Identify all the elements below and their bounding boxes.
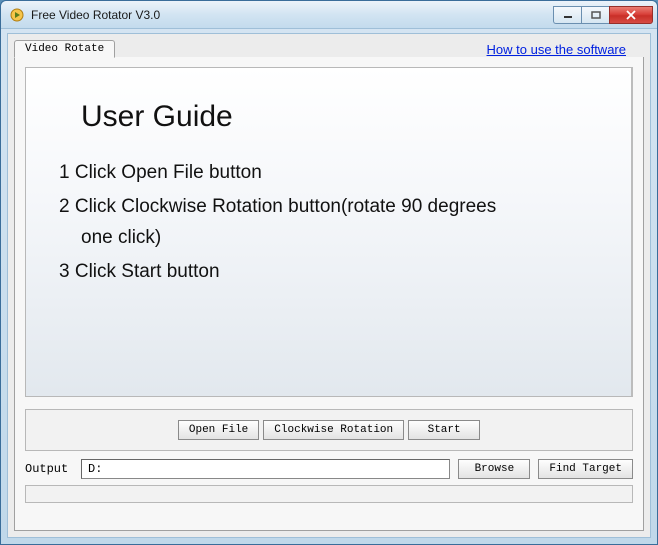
browse-button[interactable]: Browse — [458, 459, 530, 479]
client-area: How to use the software Video Rotate Use… — [7, 33, 651, 538]
guide-heading: User Guide — [81, 100, 601, 134]
guide-step-2: 2 Click Clockwise Rotation button(rotate… — [59, 192, 601, 253]
start-button[interactable]: Start — [408, 420, 480, 440]
output-path-input[interactable] — [81, 459, 450, 479]
output-row: Output Browse Find Target — [25, 459, 633, 479]
guide-step-1: 1 Click Open File button — [59, 158, 601, 188]
open-file-button[interactable]: Open File — [178, 420, 259, 440]
action-button-row: Open File Clockwise Rotation Start — [25, 409, 633, 451]
clockwise-rotation-button[interactable]: Clockwise Rotation — [263, 420, 404, 440]
maximize-button[interactable] — [581, 6, 609, 24]
guide-step-3: 3 Click Start button — [59, 257, 601, 287]
close-button[interactable] — [609, 6, 653, 24]
tab-page: User Guide 1 Click Open File button 2 Cl… — [14, 57, 644, 531]
window-controls — [553, 6, 653, 24]
status-bar — [25, 485, 633, 503]
help-link[interactable]: How to use the software — [487, 42, 626, 57]
find-target-button[interactable]: Find Target — [538, 459, 633, 479]
minimize-button[interactable] — [553, 6, 581, 24]
titlebar: Free Video Rotator V3.0 — [1, 1, 657, 29]
tab-video-rotate[interactable]: Video Rotate — [14, 40, 115, 58]
app-icon — [9, 7, 25, 23]
app-window: Free Video Rotator V3.0 How to use the s… — [0, 0, 658, 545]
window-title: Free Video Rotator V3.0 — [31, 8, 553, 22]
user-guide-panel: User Guide 1 Click Open File button 2 Cl… — [25, 67, 633, 397]
output-label: Output — [25, 462, 73, 476]
